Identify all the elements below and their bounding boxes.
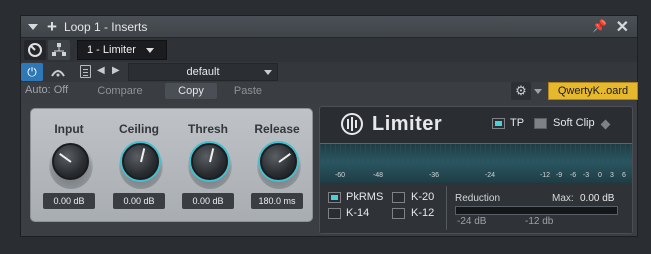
pin-icon[interactable]: 📌	[592, 19, 607, 33]
release-control: Release 180.0 ms	[247, 109, 307, 221]
meter-options: PkRMS K-20 K-14 K-12 Reduction Max: 0.00…	[320, 183, 632, 233]
soft-clip-toggle[interactable]	[534, 118, 547, 129]
meter-tick-label: -60	[334, 172, 346, 179]
previous-preset-icon[interactable]: ◀	[97, 65, 105, 76]
pkrms-label: PkRMS	[346, 191, 384, 203]
meter-graticule	[320, 144, 632, 163]
thresh-value: 0.00 dB	[182, 193, 234, 209]
max-value[interactable]: 0.00 dB	[580, 193, 614, 204]
input-control: Input 0.00 dB	[39, 109, 99, 221]
meter-tick-label: -48	[372, 172, 384, 179]
inserts-window: + Loop 1 - Inserts 📌 ✕ 1 - Limiter ⏻ ◀ ▶…	[20, 15, 638, 237]
knob-pointer	[277, 152, 291, 163]
thresh-knob[interactable]	[191, 143, 228, 180]
reduction-tick-24: -24 dB	[457, 216, 487, 227]
divider	[446, 186, 447, 230]
copy-button[interactable]: Copy	[165, 83, 217, 99]
routing-icon	[52, 43, 66, 56]
tp-toggle[interactable]	[492, 118, 505, 129]
title-bar: + Loop 1 - Inserts 📌 ✕	[21, 16, 637, 38]
meter-tick-label: -24	[484, 172, 496, 179]
plugin-title: Limiter	[372, 113, 443, 135]
presonus-logo-icon	[341, 113, 363, 135]
insert-slot-label: 1 - Limiter	[87, 44, 136, 56]
preset-row: ⏻ ◀ ▶ default	[21, 62, 637, 82]
close-icon[interactable]: ✕	[616, 17, 629, 37]
meter-tick-label: -3	[582, 172, 590, 179]
k12-label: K-12	[411, 207, 435, 219]
input-label: Input	[54, 122, 84, 136]
k12-toggle[interactable]	[392, 208, 405, 219]
chevron-down-icon	[145, 47, 154, 53]
meter-tick-label: -9	[555, 172, 563, 179]
preset-file-icon[interactable]	[80, 65, 91, 78]
ceiling-control: Ceiling 0.00 dB	[109, 109, 169, 221]
meter-tick-label: 3	[610, 172, 614, 179]
meter-tick-label: -12	[539, 172, 551, 179]
window-title: Loop 1 - Inserts	[63, 19, 148, 34]
ceiling-label: Ceiling	[118, 122, 159, 136]
meter-tick-label: 0	[598, 172, 602, 179]
power-icon: ⏻	[27, 65, 37, 79]
meter-tick-label: -6	[569, 172, 577, 179]
output-meter: -60 -48 -36 -24 -12 -9 -6 -3 0 3 6	[320, 143, 632, 183]
meter-tick-label: -36	[428, 172, 440, 179]
add-insert-icon[interactable]: +	[47, 18, 57, 35]
collapse-triangle-icon[interactable]	[28, 23, 38, 30]
thresh-control: Thresh 0.00 dB	[178, 109, 238, 221]
chevron-down-icon[interactable]	[534, 89, 542, 94]
knob-pointer	[139, 147, 145, 162]
release-value: 180.0 ms	[251, 193, 303, 209]
preset-selector[interactable]: default	[128, 63, 278, 81]
release-label: Release	[254, 122, 300, 136]
chevron-down-icon	[264, 70, 272, 75]
k14-label: K-14	[346, 207, 370, 219]
soft-clip-label: Soft Clip	[553, 117, 595, 129]
k14-toggle[interactable]	[328, 208, 341, 219]
power-button[interactable]: ⏻	[21, 63, 43, 81]
routing-view-button[interactable]	[48, 40, 70, 60]
meter-tick-label: 6	[622, 172, 626, 179]
reduction-label: Reduction	[455, 193, 501, 204]
input-value: 0.00 dB	[43, 193, 95, 209]
compare-row: Auto: Off Compare Copy Paste	[21, 82, 637, 100]
ceiling-value: 0.00 dB	[113, 193, 165, 209]
input-knob[interactable]	[52, 143, 89, 180]
automation-mode-label[interactable]: Auto: Off	[25, 84, 68, 96]
max-label: Max:	[552, 193, 574, 204]
insert-slot-row: 1 - Limiter	[21, 38, 637, 62]
compare-button[interactable]: Compare	[85, 83, 155, 99]
release-knob[interactable]	[260, 143, 297, 180]
next-preset-icon[interactable]: ▶	[112, 65, 120, 76]
plugin-view-button[interactable]	[24, 40, 46, 60]
soft-clip-indicator-icon	[600, 119, 611, 130]
thresh-label: Thresh	[187, 122, 228, 136]
limiter-plugin: Input 0.00 dB Ceiling 0.00 dB Thresh 0.0…	[21, 104, 637, 236]
knob-pointer	[58, 152, 72, 163]
keyboard-input-button[interactable]: QwertyK..oard	[548, 82, 638, 100]
limiter-panel: Limiter TP Soft Clip -60 -48 -36 -24 -12 -9 -6…	[319, 106, 633, 234]
dial-icon	[28, 43, 42, 57]
reduction-tick-12: -12 db	[525, 216, 554, 227]
preset-name: default	[186, 66, 220, 78]
automation-icon[interactable]	[47, 63, 69, 81]
knob-panel: Input 0.00 dB Ceiling 0.00 dB Thresh 0.0…	[30, 108, 313, 222]
gear-icon[interactable]: ⚙	[511, 82, 531, 100]
ceiling-knob[interactable]	[122, 143, 159, 180]
tp-label: TP	[510, 117, 525, 129]
pkrms-toggle[interactable]	[328, 192, 341, 203]
insert-slot-selector[interactable]: 1 - Limiter	[77, 40, 167, 60]
paste-button[interactable]: Paste	[223, 83, 273, 99]
knob-pointer	[208, 147, 214, 162]
reduction-meter	[455, 206, 618, 215]
k20-toggle[interactable]	[392, 192, 405, 203]
k20-label: K-20	[411, 191, 435, 203]
